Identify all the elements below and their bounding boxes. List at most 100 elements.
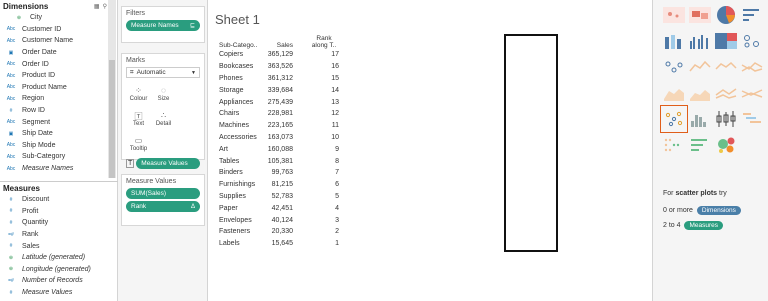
dimensions-field[interactable]: Abc Measure Names: [0, 163, 117, 175]
measures-field[interactable]: # Profit: [0, 206, 118, 218]
measures-field[interactable]: # Discount: [0, 194, 118, 206]
table-row[interactable]: Envelopes 40,124 3: [217, 214, 345, 226]
table-row[interactable]: Fasteners 20,330 2: [217, 226, 345, 238]
field-type-icon: Abc: [6, 153, 16, 160]
dimensions-field[interactable]: Abc Order ID: [0, 58, 117, 70]
rank-cell: 4: [335, 204, 339, 212]
tooltip-button[interactable]: ▭ Tooltip: [126, 131, 151, 156]
measure-value-pill[interactable]: Rank Δ: [126, 201, 200, 212]
detail-button[interactable]: ∴ Detail: [151, 106, 176, 131]
measures-field[interactable]: # Quantity: [0, 217, 118, 229]
symbol-map-thumb[interactable]: [661, 2, 687, 28]
measures-field[interactable]: =# Number of Records: [0, 275, 118, 287]
table-row[interactable]: Accessories 163,073 10: [217, 132, 345, 144]
table-row[interactable]: Machines 223,165 11: [217, 120, 345, 132]
dimensions-field[interactable]: ▣ Ship Date: [0, 128, 117, 140]
dimensions-list: ⊕ City Abc Customer ID Abc Customer Name ▣ Orde…: [0, 12, 117, 174]
line-discrete-thumb[interactable]: [713, 54, 739, 80]
field-type-icon: #: [9, 196, 13, 203]
dimensions-field[interactable]: ⊕ City: [0, 12, 117, 24]
sub-category-cell: Supplies: [219, 192, 246, 200]
text-button[interactable]: 🅃 Text: [126, 106, 151, 131]
dimensions-field[interactable]: Abc Segment: [0, 116, 117, 128]
table-row[interactable]: Paper 42,451 4: [217, 202, 345, 214]
gantt-thumb[interactable]: [739, 106, 765, 132]
measure-value-pill[interactable]: SUM(Sales): [126, 188, 200, 199]
table-row[interactable]: Art 160,088 9: [217, 143, 345, 155]
dimensions-field[interactable]: Abc Customer Name: [0, 35, 117, 47]
table-row[interactable]: Phones 361,312 15: [217, 73, 345, 85]
area-discrete-thumb[interactable]: [687, 80, 713, 106]
dimensions-field[interactable]: # Row ID: [0, 105, 117, 117]
sales-cell: 20,330: [271, 228, 293, 236]
search-icon[interactable]: ⚲: [103, 3, 107, 10]
measures-header: Measures: [0, 181, 118, 194]
measures-field[interactable]: # Sales: [0, 240, 118, 252]
bullet-graph-thumb[interactable]: [687, 132, 713, 158]
dimensions-field[interactable]: Abc Customer ID: [0, 24, 117, 36]
dimensions-field[interactable]: Abc Ship Mode: [0, 140, 117, 152]
header-rank[interactable]: Rank along T..: [295, 35, 345, 49]
dual-combination-thumb[interactable]: [713, 80, 739, 106]
field-name: Product Name: [22, 83, 67, 91]
highlight-table-thumb[interactable]: [661, 132, 687, 158]
dimensions-field[interactable]: ▣ Order Date: [0, 47, 117, 59]
dimensions-field[interactable]: Abc Product Name: [0, 82, 117, 94]
table-row[interactable]: Storage 339,684 14: [217, 84, 345, 96]
mark-type-dropdown[interactable]: ⌗ Automatic ▼: [126, 67, 200, 78]
box-whisker-thumb[interactable]: [713, 106, 739, 132]
horizontal-bars-thumb[interactable]: [739, 2, 765, 28]
bullet-thumb[interactable]: [739, 80, 765, 106]
measures-field[interactable]: # Measure Values: [0, 287, 118, 299]
side-by-side-bars-thumb[interactable]: [687, 28, 713, 54]
table-row[interactable]: Labels 15,645 1: [217, 238, 345, 250]
measures-field[interactable]: ⊕ Latitude (generated): [0, 252, 118, 264]
data-table: Sub-Catego.. Sales Rank along T.. Copiers…: [217, 35, 345, 250]
table-row[interactable]: Tables 105,381 8: [217, 155, 345, 167]
line-continuous-thumb[interactable]: [687, 54, 713, 80]
header-sales[interactable]: Sales: [265, 35, 295, 49]
table-row[interactable]: Bookcases 363,526 16: [217, 61, 345, 73]
sales-cell: 160,088: [267, 145, 293, 153]
table-row[interactable]: Chairs 228,981 12: [217, 108, 345, 120]
dual-lines-thumb[interactable]: [739, 54, 765, 80]
dims-prefix: 0 or more: [663, 207, 693, 214]
treemap-thumb[interactable]: [713, 28, 739, 54]
grid-view-icon[interactable]: ▦: [94, 3, 100, 10]
table-row[interactable]: Appliances 275,439 13: [217, 96, 345, 108]
dimensions-field[interactable]: Abc Product ID: [0, 70, 117, 82]
packed-bubbles-thumb[interactable]: [713, 132, 739, 158]
measures-field[interactable]: ⊕ Longitude (generated): [0, 264, 118, 276]
histogram-thumb[interactable]: [687, 106, 713, 132]
stacked-bars-thumb[interactable]: [661, 28, 687, 54]
table-row[interactable]: Copiers 365,129 17: [217, 49, 345, 61]
scatter-plot-thumb[interactable]: [660, 105, 688, 133]
filled-map-thumb[interactable]: [687, 2, 713, 28]
header-sub-category[interactable]: Sub-Catego..: [217, 35, 265, 49]
table-row[interactable]: Supplies 52,783 5: [217, 191, 345, 203]
cards-pane: Filters Measure Names ⊑ Marks ⌗ Automati…: [118, 0, 208, 301]
filters-title: Filters: [126, 10, 146, 17]
measures-field[interactable]: =# Rank: [0, 229, 118, 241]
sub-category-cell: Machines: [219, 122, 249, 130]
area-continuous-thumb[interactable]: [661, 80, 687, 106]
side-by-side-circles-thumb[interactable]: [661, 54, 687, 80]
table-row[interactable]: Binders 99,763 7: [217, 167, 345, 179]
pie-chart-thumb[interactable]: [713, 2, 739, 28]
measures-title: Measures: [3, 183, 40, 193]
measure-values-pill-label: Measure Values: [141, 160, 188, 167]
colour-button[interactable]: ⁘ Colour: [126, 81, 151, 106]
size-button[interactable]: ◌ Size: [151, 81, 176, 106]
sales-cell: 339,684: [267, 86, 293, 94]
field-name: Ship Mode: [22, 141, 56, 149]
dimensions-field[interactable]: Abc Sub-Category: [0, 151, 117, 163]
measure-values-mark-pill[interactable]: Measure Values: [136, 158, 200, 169]
filter-pill-measure-names[interactable]: Measure Names ⊑: [126, 20, 200, 31]
circle-views-thumb[interactable]: [739, 28, 765, 54]
chart-type-grid: [660, 2, 765, 158]
table-row[interactable]: Furnishings 81,215 6: [217, 179, 345, 191]
worksheet-view: Sheet 1 Sub-Catego.. Sales Rank along T..…: [209, 0, 652, 301]
dimensions-field[interactable]: Abc Region: [0, 93, 117, 105]
rank-cell: 15: [331, 74, 339, 82]
scrollbar-thumb[interactable]: [109, 60, 115, 178]
